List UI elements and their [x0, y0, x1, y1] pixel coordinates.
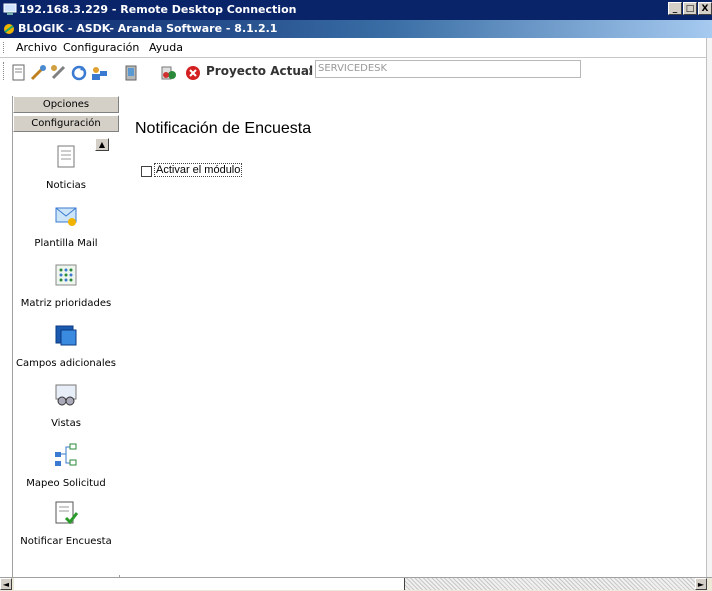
maximize-button[interactable]: □: [683, 2, 697, 15]
window-right-edge: [706, 38, 712, 590]
document-icon: [57, 145, 75, 168]
sidebar-item-label: Plantilla Mail: [34, 238, 98, 249]
toolbar-grip: [3, 62, 6, 80]
logoff-icon[interactable]: [160, 64, 178, 82]
menu-ayuda[interactable]: Ayuda: [149, 41, 183, 54]
tree-icon: [55, 443, 77, 466]
page-title: Notificación de Encuesta: [135, 120, 312, 137]
horizontal-scrollbar[interactable]: ◄ ►: [0, 577, 712, 591]
sidebar-item-label: Matriz prioridades: [20, 298, 112, 309]
app-title-bar: BLOGIK - ASDK- Aranda Software - 8.1.2.1: [0, 20, 712, 38]
close-button[interactable]: X: [698, 2, 712, 15]
tools-icon[interactable]: [30, 64, 48, 82]
minimize-button[interactable]: _: [668, 2, 682, 15]
remote-desktop-title: 192.168.3.229 - Remote Desktop Connectio…: [19, 3, 297, 16]
door-icon[interactable]: [122, 64, 140, 82]
scrollbar-thumb[interactable]: [14, 578, 405, 590]
users-icon[interactable]: [90, 64, 108, 82]
activar-modulo-checkbox[interactable]: [141, 166, 152, 177]
sidebar: Opciones Configuración ▲ Noticias Planti…: [12, 96, 120, 590]
menu-configuracion[interactable]: Configuración: [63, 41, 139, 54]
glasses-icon: [55, 384, 77, 406]
grid-dots-icon: [55, 264, 77, 286]
scrollbar-track[interactable]: [405, 578, 695, 590]
proyecto-actual-field[interactable]: SERVICEDESK: [315, 60, 581, 78]
scroll-left-icon[interactable]: ◄: [0, 578, 12, 590]
windows-icon: [55, 325, 77, 346]
mail-icon: [55, 207, 77, 226]
app-logo-icon: [4, 24, 14, 34]
scroll-right-icon[interactable]: ►: [695, 578, 707, 590]
menu-archivo[interactable]: Archivo: [16, 41, 57, 54]
exit-icon[interactable]: [184, 64, 202, 82]
sidebar-item-label: Notificar Encuesta: [20, 536, 112, 547]
new-document-icon[interactable]: [10, 64, 28, 82]
main-panel: Notificación de Encuesta Activar el módu…: [119, 96, 712, 575]
sidebar-item-label: Mapeo Solicitud: [26, 478, 106, 489]
checklist-icon: [55, 501, 79, 525]
remote-desktop-title-bar: 192.168.3.229 - Remote Desktop Connectio…: [0, 0, 712, 20]
proyecto-separator: :: [308, 64, 313, 78]
refresh-icon[interactable]: [70, 64, 88, 82]
proyecto-actual-label: Proyecto Actual: [206, 64, 314, 78]
sidebar-item-label: Campos adicionales: [16, 358, 116, 369]
toolbar: Proyecto Actual : SERVICEDESK: [0, 58, 712, 94]
sidebar-scroll-up-button[interactable]: ▲: [95, 138, 109, 151]
menu-grip: [3, 42, 6, 53]
sidebar-item-label: Vistas: [51, 418, 81, 429]
wrench-icon[interactable]: [50, 64, 68, 82]
activar-modulo-label[interactable]: Activar el módulo: [154, 163, 243, 177]
opciones-header[interactable]: Opciones: [13, 96, 119, 113]
sidebar-item-label: Noticias: [46, 180, 86, 191]
menu-bar: Archivo Configuración Ayuda: [0, 38, 712, 58]
app-title: BLOGIK - ASDK- Aranda Software - 8.1.2.1: [18, 22, 278, 35]
remote-desktop-icon: [3, 3, 17, 15]
configuracion-header[interactable]: Configuración: [13, 115, 119, 132]
